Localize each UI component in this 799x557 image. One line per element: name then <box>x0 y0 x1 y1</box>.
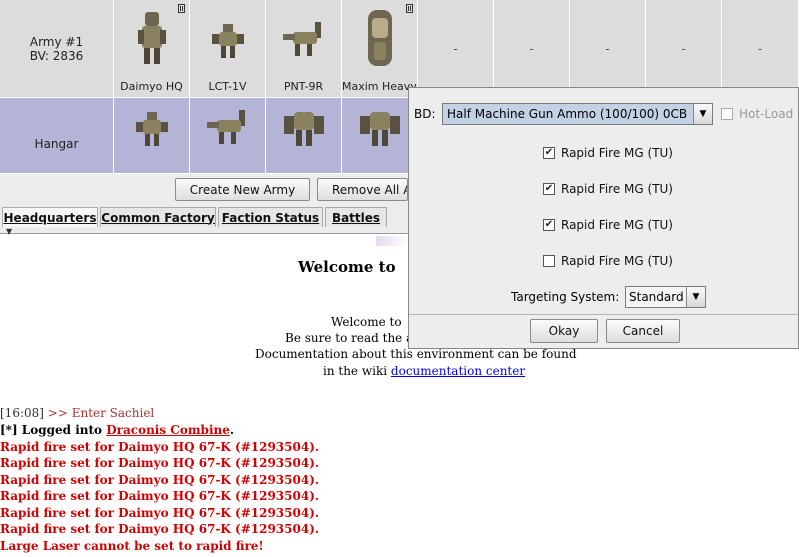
hover-tank-icon <box>367 10 392 66</box>
log-entry: Rapid fire set for Daimyo HQ 67-K (#1293… <box>0 522 320 536</box>
unit-name: Maxim Heavy Hover Transport <box>342 80 417 93</box>
unit-name: PNT-9R <box>283 80 324 93</box>
log-entry: [*] Logged into Draconis Combine. <box>0 423 235 437</box>
faction-link[interactable]: Draconis Combine <box>106 423 230 437</box>
lance-marker-icon <box>406 4 413 13</box>
welcome-line: in the wiki documentation center <box>323 364 526 378</box>
create-army-button[interactable]: Create New Army <box>175 178 310 201</box>
welcome-heading: Welcome to <box>298 258 396 276</box>
army-bv: BV: 2836 <box>29 48 84 63</box>
checkbox-icon <box>543 255 555 267</box>
army-unit-slot[interactable]: PNT-9R <box>266 0 342 98</box>
collapse-arrow-icon[interactable]: ▼ <box>6 227 12 236</box>
weapon-options-dialog: BD: Half Machine Gun Ammo (100/100) 0CB … <box>408 87 799 349</box>
log-entry: Rapid fire set for Daimyo HQ 67-K (#1293… <box>0 440 320 454</box>
hangar-unit[interactable] <box>114 98 190 174</box>
rapid-fire-checkbox[interactable]: ✔ Rapid Fire MG (TU) <box>543 181 673 197</box>
army-row: Army #1 BV: 2836 Daimyo HQ LCT-1V PNT-9R… <box>0 0 799 98</box>
mech-icon <box>137 12 166 64</box>
checkmark-icon: ✔ <box>543 147 555 159</box>
hangar-unit[interactable] <box>342 98 418 174</box>
empty-slot[interactable]: - <box>646 0 722 98</box>
targeting-select[interactable]: Standard ▼ <box>625 286 706 308</box>
empty-slot[interactable]: - <box>418 0 494 98</box>
mech-icon <box>282 22 321 56</box>
tab-headquarters[interactable]: Headquarters <box>2 207 98 227</box>
tab-common-factory[interactable]: Common Factory <box>100 207 216 227</box>
remove-all-armies-button[interactable]: Remove All Armies <box>317 178 408 201</box>
log-entry: Rapid fire set for Daimyo HQ 67-K (#1293… <box>0 473 320 487</box>
log-entry: Rapid fire set for Daimyo HQ 67-K (#1293… <box>0 506 320 520</box>
army-unit-slot[interactable]: Daimyo HQ <box>114 0 190 98</box>
empty-slot[interactable]: - <box>722 0 799 98</box>
log-entry: [16:08] >> Enter Sachiel <box>0 406 155 420</box>
cancel-button[interactable]: Cancel <box>606 319 680 343</box>
welcome-line: Documentation about this environment can… <box>255 347 577 361</box>
unit-name: Daimyo HQ <box>120 80 183 93</box>
log-entry: Large Laser cannot be set to rapid fire! <box>0 539 264 553</box>
hot-load-checkbox[interactable]: Hot-Load <box>721 107 793 121</box>
mech-icon <box>135 112 168 146</box>
welcome-line: Be sure to read the a <box>285 331 414 345</box>
hangar-unit[interactable] <box>266 98 342 174</box>
bd-label: BD: <box>414 107 436 121</box>
rapid-fire-checkbox[interactable]: ✔ Rapid Fire MG (TU) <box>543 217 673 233</box>
targeting-label: Targeting System: <box>511 290 620 304</box>
log-entry: Rapid fire set for Daimyo HQ 67-K (#1293… <box>0 456 320 470</box>
army-title: Army #1 <box>29 34 84 49</box>
tab-battles[interactable]: Battles <box>325 207 387 227</box>
empty-slot[interactable]: - <box>494 0 570 98</box>
checkmark-icon: ✔ <box>543 219 555 231</box>
decorative-banner <box>376 236 408 246</box>
tab-bar: Headquarters Common Factory Faction Stat… <box>0 207 420 236</box>
mech-icon <box>206 110 245 144</box>
hangar-unit[interactable] <box>190 98 266 174</box>
chevron-down-icon: ▼ <box>693 104 712 124</box>
checkbox-icon <box>721 108 733 120</box>
documentation-link[interactable]: documentation center <box>391 364 525 378</box>
tab-faction-status[interactable]: Faction Status <box>218 207 323 227</box>
mech-icon <box>359 112 400 146</box>
okay-button[interactable]: Okay <box>530 319 598 343</box>
mech-icon <box>211 24 244 58</box>
army-unit-slot[interactable]: LCT-1V <box>190 0 266 98</box>
ammo-select[interactable]: Half Machine Gun Ammo (100/100) 0CB ▼ <box>442 103 713 125</box>
checkmark-icon: ✔ <box>543 183 555 195</box>
rapid-fire-checkbox[interactable]: ✔ Rapid Fire MG (TU) <box>543 145 673 161</box>
chevron-down-icon: ▼ <box>686 287 705 307</box>
empty-slot[interactable]: - <box>570 0 646 98</box>
log-entry: Rapid fire set for Daimyo HQ 67-K (#1293… <box>0 489 320 503</box>
unit-name: LCT-1V <box>208 80 247 93</box>
lance-marker-icon <box>178 4 185 13</box>
army-label[interactable]: Army #1 BV: 2836 <box>0 0 114 98</box>
divider <box>409 314 798 315</box>
welcome-line: Welcome to <box>331 315 402 329</box>
army-unit-slot[interactable]: Maxim Heavy Hover Transport <box>342 0 418 98</box>
mech-icon <box>283 112 324 146</box>
hangar-label: Hangar <box>0 98 114 174</box>
rapid-fire-checkbox[interactable]: Rapid Fire MG (TU) <box>543 253 673 269</box>
